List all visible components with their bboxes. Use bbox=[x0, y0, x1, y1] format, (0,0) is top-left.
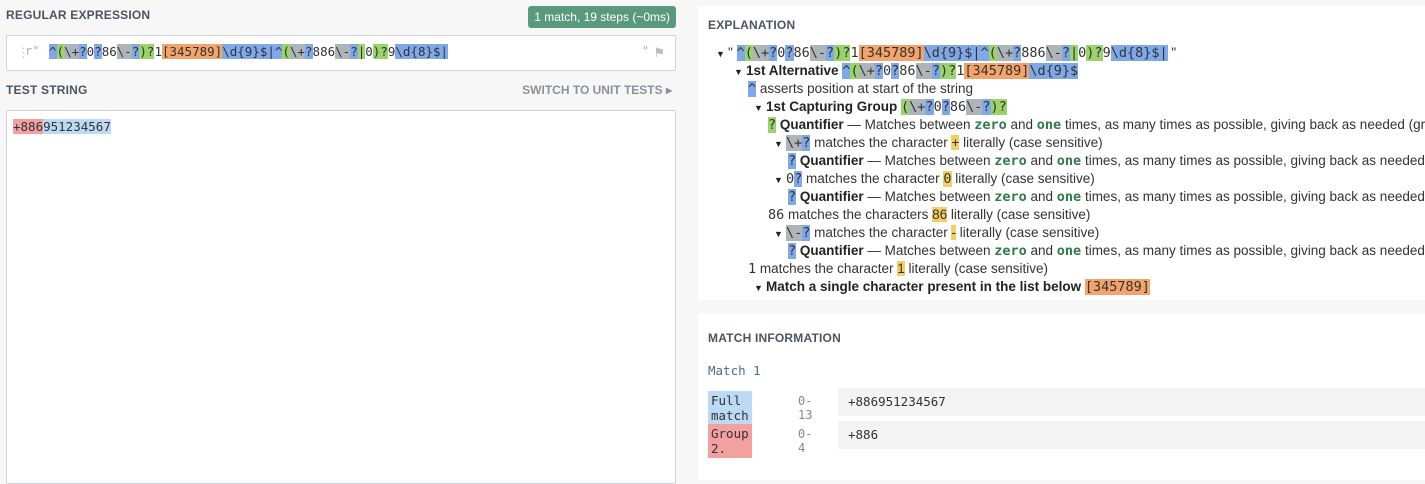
regex-token: $ bbox=[433, 44, 441, 59]
regex-token: 886 bbox=[312, 44, 336, 59]
explanation-row[interactable]: ▼ Match a single character present in the… bbox=[698, 278, 1150, 296]
regex-token: 0 bbox=[365, 44, 373, 59]
collapse-triangle-icon[interactable]: ▼ bbox=[754, 279, 766, 297]
match-highlight: 951234567 bbox=[43, 119, 111, 134]
regex-token: {9} bbox=[237, 44, 260, 59]
test-string-editor[interactable]: +886951234567 bbox=[6, 110, 676, 484]
explanation-text: " ^(\+?0?86\-?)?1[345789]\d{9}$|^(\+?886… bbox=[728, 45, 1177, 61]
regex-token: ( bbox=[56, 44, 65, 59]
match-range: 0-13 bbox=[798, 394, 813, 422]
explanation-row: 86 matches the characters 86 literally (… bbox=[698, 206, 1090, 224]
switch-to-unit-tests-link[interactable]: SWITCH TO UNIT TESTS ▸ bbox=[522, 83, 672, 97]
regex-token: ^ bbox=[49, 44, 57, 59]
regex-token: ) bbox=[139, 44, 147, 59]
flag-icon[interactable]: ⚑ bbox=[653, 45, 665, 61]
explanation-row: ? Quantifier — Matches between zero and … bbox=[698, 116, 1425, 134]
regex-token: 1 bbox=[154, 44, 162, 59]
collapse-triangle-icon[interactable]: ▼ bbox=[716, 45, 728, 63]
explanation-row: ? Quantifier — Matches between zero and … bbox=[698, 188, 1425, 206]
match-value: +886951234567 bbox=[838, 388, 1425, 416]
explanation-title: EXPLANATION bbox=[708, 18, 796, 32]
regex-token: \d bbox=[222, 44, 238, 59]
test-string-text[interactable]: +886951234567 bbox=[13, 119, 111, 135]
test-string-title: TEST STRING bbox=[6, 83, 88, 97]
explanation-row[interactable]: ▼ \-? matches the character - literally (… bbox=[698, 224, 1099, 242]
explanation-text: ? Quantifier — Matches between zero and … bbox=[788, 189, 1425, 205]
explanation-text: 86 matches the characters 86 literally (… bbox=[768, 207, 1091, 223]
regex-token: ? bbox=[380, 44, 388, 59]
explanation-panel: EXPLANATION ▼ " ^(\+?0?86\-?)?1[345789]\d… bbox=[698, 6, 1425, 300]
match-information-title: MATCH INFORMATION bbox=[708, 331, 841, 345]
match-value: +886 bbox=[838, 421, 1425, 449]
regex-token: | bbox=[267, 44, 275, 59]
regex-input[interactable]: ⋮ r" ^(\+?0?86\-?)?1[345789]\d{9}$|^(\+?… bbox=[6, 35, 676, 71]
explanation-row: ? Quantifier — Matches between zero and … bbox=[698, 152, 1425, 170]
collapse-triangle-icon[interactable]: ▼ bbox=[734, 63, 746, 81]
regex-token: ? bbox=[94, 44, 102, 59]
explanation-row[interactable]: ▼ 1st Capturing Group (\+?0?86\-?)? bbox=[698, 98, 1007, 116]
regex-token: | bbox=[440, 44, 449, 59]
regex-text[interactable]: ^(\+?0?86\-?)?1[345789]\d{9}$|^(\+?886\-… bbox=[49, 43, 449, 61]
explanation-text: ? Quantifier — Matches between zero and … bbox=[788, 243, 1425, 259]
regex-token: \- bbox=[335, 44, 351, 59]
match-information-panel: MATCH INFORMATION Match 1 Full match 0-13… bbox=[698, 314, 1425, 480]
explanation-text: \-? matches the character - literally (c… bbox=[786, 225, 1100, 241]
right-pane: EXPLANATION ▼ " ^(\+?0?86\-?)?1[345789]\d… bbox=[698, 6, 1425, 480]
regex-token: ? bbox=[350, 44, 358, 59]
regex-token: \+ bbox=[64, 44, 80, 59]
collapse-triangle-icon[interactable]: ▼ bbox=[754, 99, 766, 117]
collapse-triangle-icon[interactable]: ▼ bbox=[774, 135, 786, 153]
match-summary-badge: 1 match, 19 steps (~0ms) bbox=[528, 6, 676, 28]
explanation-text: 0? matches the character 0 literally (ca… bbox=[786, 171, 1095, 187]
match-tag: Full match bbox=[708, 391, 752, 425]
explanation-text: \+? matches the character + literally (c… bbox=[786, 135, 1103, 151]
explanation-row: 1 matches the character 1 literally (cas… bbox=[698, 260, 1048, 278]
caret-right-icon: ▸ bbox=[665, 83, 672, 97]
explanation-text: Match a single character present in the … bbox=[766, 279, 1150, 295]
regex-token: 345789 bbox=[169, 44, 215, 59]
match-label: Match 1 bbox=[708, 363, 761, 378]
explanation-row[interactable]: ▼ \+? matches the character + literally (… bbox=[698, 134, 1103, 152]
regex-suffix: " bbox=[641, 44, 649, 58]
regex-section-title: REGULAR EXPRESSION bbox=[6, 8, 151, 22]
collapse-triangle-icon[interactable]: ▼ bbox=[774, 171, 786, 189]
regex-token: \+ bbox=[289, 44, 306, 59]
regex-token: {8} bbox=[410, 44, 434, 59]
explanation-row: ? Quantifier — Matches between zero and … bbox=[698, 242, 1425, 260]
left-pane: REGULAR EXPRESSION 1 match, 19 steps (~0… bbox=[0, 0, 684, 484]
regex-token: 86 bbox=[101, 44, 117, 59]
regex-token: ( bbox=[282, 44, 290, 59]
regex-token: \- bbox=[116, 44, 132, 59]
explanation-text: 1 matches the character 1 literally (cas… bbox=[748, 261, 1049, 277]
regex-token: ? bbox=[79, 44, 87, 59]
match-range: 0-4 bbox=[798, 427, 813, 455]
explanation-row[interactable]: ▼ 1st Alternative ^(\+?0?86\-?)?1[345789]… bbox=[698, 62, 1079, 81]
regex-prefix: r" bbox=[25, 44, 40, 58]
explanation-text: 1st Alternative ^(\+?0?86\-?)?1[345789]\… bbox=[746, 63, 1079, 79]
explanation-text: 1st Capturing Group (\+?0?86\-?)? bbox=[766, 99, 1007, 115]
regex-token: [ bbox=[161, 44, 170, 59]
match-tag: Group 2. bbox=[708, 424, 752, 458]
explanation-row[interactable]: ▼ " ^(\+?0?86\-?)?1[345789]\d{9}$|^(\+?88… bbox=[698, 44, 1176, 62]
explanation-row[interactable]: ▼ 0? matches the character 0 literally (c… bbox=[698, 170, 1095, 188]
regex-token: ? bbox=[305, 44, 313, 59]
match-group-highlight: +886 bbox=[13, 119, 44, 134]
regex-token: \d bbox=[395, 44, 411, 59]
explanation-row: ^ asserts position at start of the strin… bbox=[698, 80, 973, 98]
explanation-text: ^ asserts position at start of the strin… bbox=[748, 81, 973, 97]
explanation-text: ? Quantifier — Matches between zero and … bbox=[788, 153, 1425, 169]
collapse-triangle-icon[interactable]: ▼ bbox=[774, 225, 786, 243]
explanation-text: ? Quantifier — Matches between zero and … bbox=[768, 117, 1425, 133]
switch-label: SWITCH TO UNIT TESTS bbox=[522, 83, 663, 97]
